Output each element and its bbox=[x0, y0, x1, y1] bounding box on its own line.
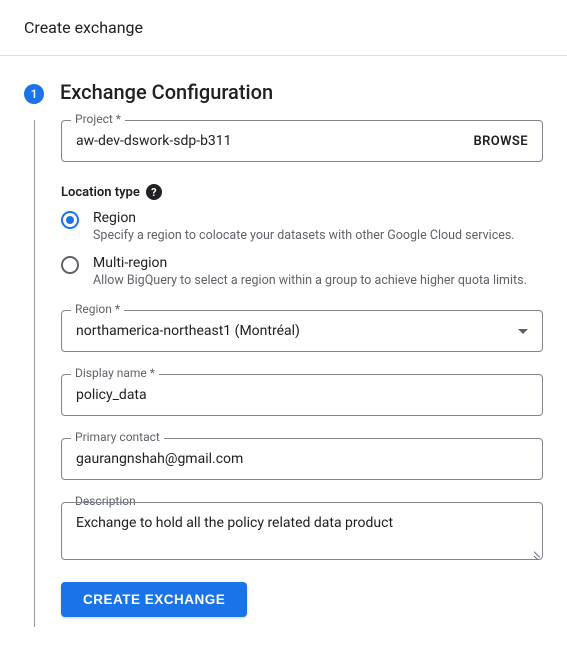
chevron-down-icon bbox=[518, 329, 528, 334]
resize-handle[interactable] bbox=[530, 547, 540, 557]
display-name-label: Display name * bbox=[71, 366, 159, 380]
display-name-input[interactable]: policy_data bbox=[61, 374, 543, 416]
primary-contact-input[interactable]: gaurangnshah@gmail.com bbox=[61, 438, 543, 480]
radio-icon bbox=[61, 256, 79, 274]
page-header: Create exchange bbox=[0, 0, 567, 56]
project-value: aw-dev-dswork-sdp-b311 bbox=[76, 133, 473, 149]
description-textarea[interactable]: Exchange to hold all the policy related … bbox=[61, 502, 543, 560]
create-exchange-button[interactable]: CREATE EXCHANGE bbox=[61, 582, 247, 617]
radio-multi-region[interactable]: Multi-region Allow BigQuery to select a … bbox=[61, 255, 543, 288]
radio-desc: Allow BigQuery to select a region within… bbox=[93, 273, 543, 288]
step-title: Exchange Configuration bbox=[60, 80, 543, 104]
description-value: Exchange to hold all the policy related … bbox=[76, 515, 393, 531]
location-type-label: Location type bbox=[61, 185, 140, 200]
radio-region[interactable]: Region Specify a region to colocate your… bbox=[61, 210, 543, 243]
region-select[interactable]: northamerica-northeast1 (Montréal) bbox=[61, 310, 543, 352]
project-field[interactable]: aw-dev-dswork-sdp-b311 BROWSE bbox=[61, 120, 543, 162]
primary-contact-label: Primary contact bbox=[71, 430, 164, 444]
location-type-radio-group: Region Specify a region to colocate your… bbox=[61, 210, 543, 288]
region-label: Region * bbox=[71, 302, 124, 316]
display-name-value: policy_data bbox=[76, 387, 528, 403]
page-title: Create exchange bbox=[24, 18, 143, 37]
radio-desc: Specify a region to colocate your datase… bbox=[93, 228, 543, 243]
help-icon[interactable]: ? bbox=[146, 184, 162, 200]
radio-title: Region bbox=[93, 210, 543, 226]
step-badge: 1 bbox=[24, 84, 44, 104]
primary-contact-value: gaurangnshah@gmail.com bbox=[76, 451, 528, 467]
region-value: northamerica-northeast1 (Montréal) bbox=[76, 323, 518, 339]
project-label: Project * bbox=[71, 112, 125, 126]
radio-icon bbox=[61, 211, 79, 229]
browse-button[interactable]: BROWSE bbox=[473, 134, 528, 149]
radio-title: Multi-region bbox=[93, 255, 543, 271]
